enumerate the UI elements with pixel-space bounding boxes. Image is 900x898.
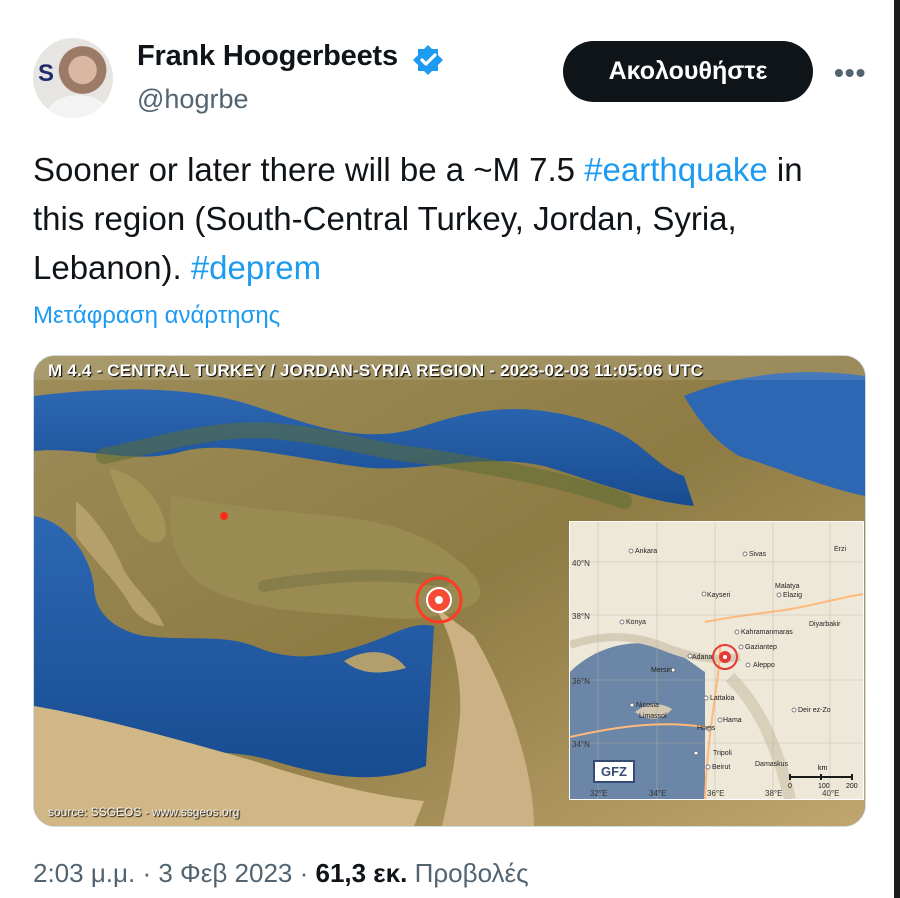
gfz-logo: GFZ <box>593 760 635 783</box>
inset-city-label: Hama <box>723 717 742 724</box>
inset-city-label: Erzi <box>834 546 847 553</box>
inset-latitude-label: 38°N <box>572 612 590 621</box>
map-inset: 40°N 38°N 36°N 34°N 32°E 34°E 36°E 38°E 40°E Anka… <box>569 521 864 800</box>
tweet-text: Sooner or later there will be a ~M 7.5 #… <box>33 145 853 292</box>
views-count: 61,3 εκ. <box>315 858 408 888</box>
inset-city-label: Malatya <box>775 583 800 590</box>
inset-city-label: Damaskus <box>755 761 789 768</box>
inset-longitude-label: 32°E <box>590 789 607 798</box>
author-handle[interactable]: @hogrbe <box>137 84 248 115</box>
inset-longitude-label: 36°E <box>707 789 724 798</box>
inset-city-label: Sivas <box>749 551 767 558</box>
translate-post-link[interactable]: Μετάφραση ανάρτησης <box>33 302 280 330</box>
avatar[interactable]: S <box>33 38 113 118</box>
views-label: Προβολές <box>407 858 529 888</box>
screen-edge <box>894 0 900 898</box>
inset-scale-label: 0 <box>788 783 792 790</box>
follow-button[interactable]: Ακολουθήστε <box>563 41 813 102</box>
inset-city-label: Deir ez-Zo <box>798 707 831 714</box>
inset-scale-label: 200 <box>846 783 858 790</box>
map-title: M 4.4 - CENTRAL TURKEY / JORDAN-SYRIA RE… <box>48 361 704 380</box>
inset-scale-label: 100 <box>818 783 830 790</box>
post-time-date[interactable]: 2:03 μ.μ. · 3 Φεβ 2023 · <box>33 858 315 888</box>
inset-city-label: Aleppo <box>753 662 775 669</box>
inset-city-label: Ankara <box>635 548 657 555</box>
inset-longitude-label: 34°E <box>649 789 666 798</box>
inset-longitude-label: 40°E <box>822 789 839 798</box>
post-metadata: 2:03 μ.μ. · 3 Φεβ 2023 · 61,3 εκ. Προβολ… <box>33 858 529 889</box>
avatar-shirt <box>47 95 109 118</box>
inset-city-label: Tripoli <box>713 750 732 757</box>
hashtag-earthquake[interactable]: #earthquake <box>584 151 767 188</box>
more-options-icon[interactable]: ••• <box>834 57 866 89</box>
inset-city-label: Nicosia <box>636 702 659 709</box>
inset-city-label: Adana <box>692 654 712 661</box>
inset-city-label: Konya <box>626 619 646 626</box>
inset-city-label: Elazig <box>783 592 802 599</box>
earthquake-marker-west <box>220 512 228 520</box>
inset-city-label: Lattakia <box>710 695 735 702</box>
inset-latitude-label: 34°N <box>572 740 590 749</box>
inset-city-label: Diyarbakir <box>809 621 841 628</box>
inset-city-label: Homs <box>697 725 716 732</box>
map-source: source: SSGEOS - www.ssgeos.org <box>48 805 240 819</box>
inset-city-label: Kayseri <box>707 592 731 599</box>
avatar-logo: S <box>38 60 55 87</box>
tweet-text-part-1: Sooner or later there will be a ~M 7.5 <box>33 151 585 188</box>
inset-city-label: Kahramanmaras <box>741 629 793 636</box>
inset-longitude-label: 38°E <box>765 789 782 798</box>
inset-city-label: Gaziantep <box>745 644 777 651</box>
author-name[interactable]: Frank Hoogerbeets <box>137 40 398 73</box>
hashtag-deprem[interactable]: #deprem <box>191 249 321 286</box>
verified-badge-icon <box>413 45 443 75</box>
inset-city-label: Limassol <box>639 713 667 720</box>
inset-latitude-label: 36°N <box>572 677 590 686</box>
inset-city-label: Beirut <box>712 764 730 771</box>
inset-latitude-label: 40°N <box>572 559 590 568</box>
inset-scale-unit: km <box>818 765 828 772</box>
inset-city-label: Mersin <box>651 667 672 674</box>
map-image[interactable]: M 4.4 - CENTRAL TURKEY / JORDAN-SYRIA RE… <box>33 355 866 827</box>
